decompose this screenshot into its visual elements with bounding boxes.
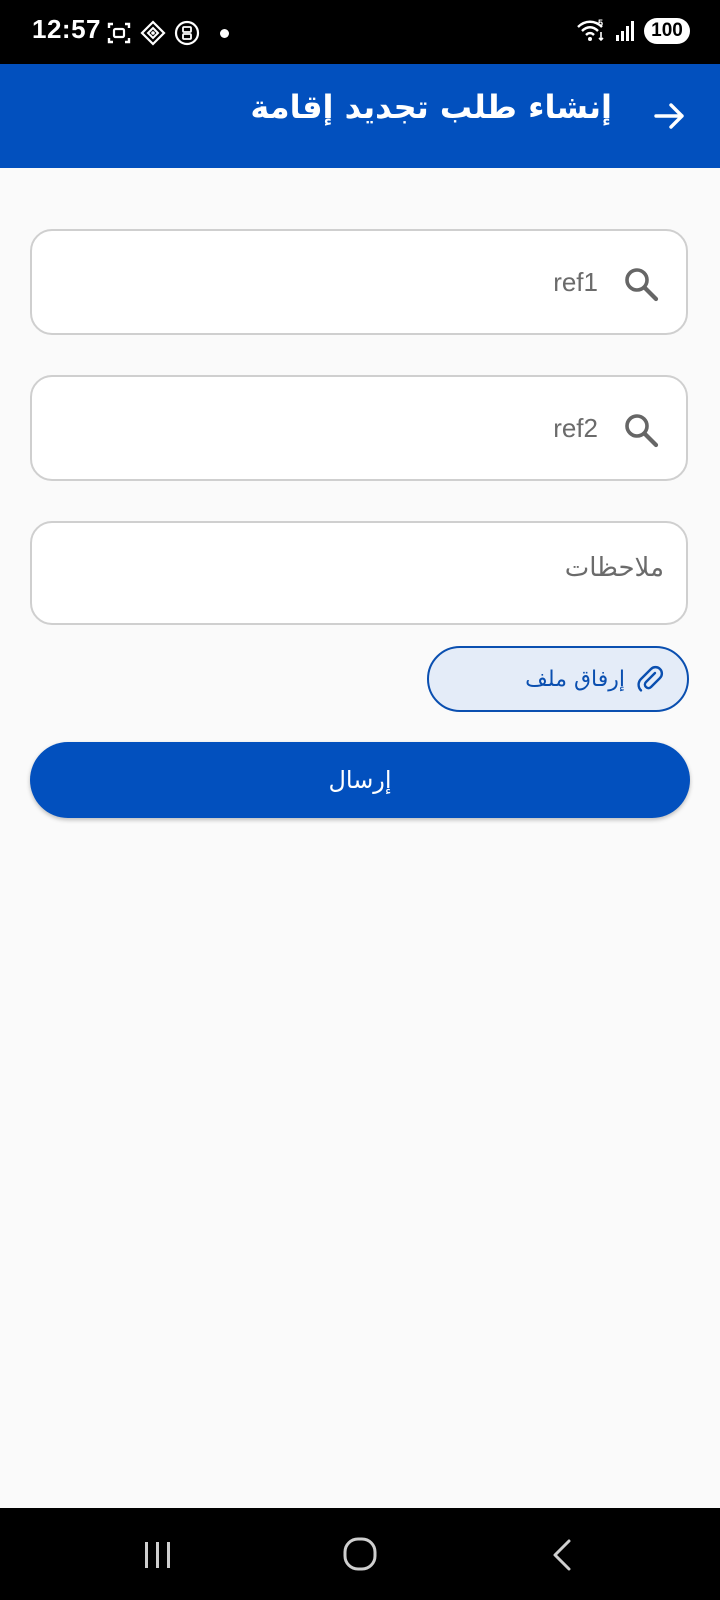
notification-dot: [220, 28, 229, 38]
back-icon[interactable]: [550, 1538, 574, 1572]
page-title: إنشاء طلب تجديد إقامة: [250, 88, 612, 126]
signal-icon: [616, 21, 634, 41]
screenshot-icon: [107, 22, 131, 44]
svg-text:5: 5: [598, 18, 603, 28]
system-nav-bar: [0, 1508, 720, 1600]
app-notification-icon: [174, 20, 200, 46]
home-icon[interactable]: [342, 1536, 378, 1572]
arrow-forward-icon[interactable]: [650, 96, 690, 136]
send-button[interactable]: إرسال: [30, 742, 690, 818]
paperclip-icon: [637, 665, 664, 692]
wifi-icon: 5: [577, 18, 604, 42]
app-bar: إنشاء طلب تجديد إقامة: [0, 64, 720, 168]
search-icon[interactable]: [622, 411, 660, 449]
recents-icon[interactable]: [142, 1540, 174, 1570]
attach-file-button[interactable]: إرفاق ملف: [427, 646, 689, 712]
ref2-search-field[interactable]: ref2: [30, 375, 688, 481]
nfc-icon: [140, 20, 166, 46]
search-icon[interactable]: [622, 265, 660, 303]
ref1-value: ref1: [553, 267, 598, 297]
ref1-search-field[interactable]: ref1: [30, 229, 688, 335]
status-icons-right: 5 100: [576, 18, 690, 44]
status-time: 12:57: [32, 14, 101, 44]
form-content: ref1 ref2 ملاحظات إرفاق ملف إرسال: [0, 168, 720, 1508]
status-icons-left: [106, 20, 229, 46]
notes-field[interactable]: ملاحظات: [30, 521, 688, 625]
status-bar: 12:57 5 100: [0, 0, 720, 64]
send-button-label: إرسال: [328, 766, 392, 794]
notes-placeholder: ملاحظات: [564, 553, 664, 583]
battery-icon: 100: [644, 18, 690, 44]
attach-file-label: إرفاق ملف: [525, 666, 625, 692]
ref2-value: ref2: [553, 413, 598, 443]
